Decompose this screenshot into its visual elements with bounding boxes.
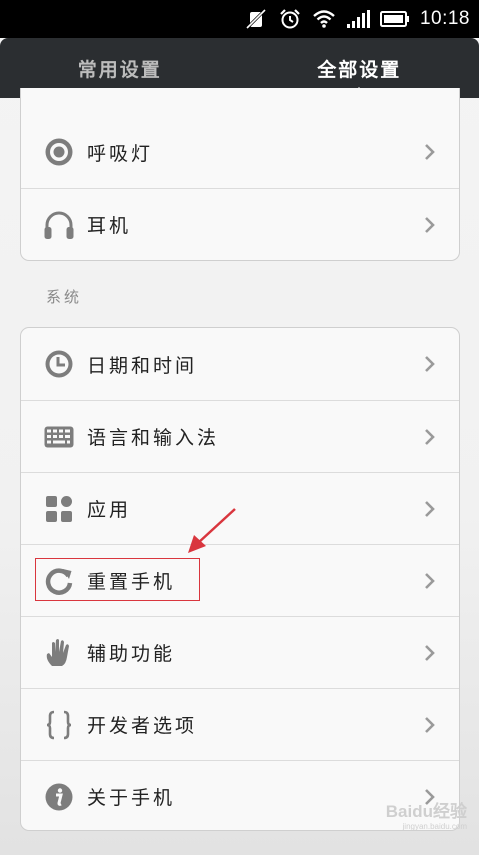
breathing-light-icon bbox=[43, 136, 75, 168]
settings-item-label: 语言和输入法 bbox=[87, 427, 220, 449]
watermark-sub: jingyan.baidu.com bbox=[402, 822, 467, 831]
watermark-text: Baidu经验 bbox=[385, 802, 467, 821]
chevron-right-icon bbox=[423, 215, 437, 235]
section-title-system: 系统 bbox=[46, 288, 83, 306]
watermark: Baidu经验 jingyan.baidu.com bbox=[386, 797, 467, 831]
chevron-right-icon bbox=[423, 427, 437, 447]
settings-item-label: 耳机 bbox=[87, 215, 132, 237]
settings-item-apps[interactable]: 应用 bbox=[21, 472, 459, 544]
settings-group-top: 呼吸灯 耳机 bbox=[20, 88, 460, 261]
signal-icon bbox=[346, 7, 370, 31]
battery-icon bbox=[379, 7, 410, 31]
tab-label: 全部设置 bbox=[317, 58, 402, 81]
braces-icon bbox=[43, 709, 75, 741]
clock-icon bbox=[43, 348, 75, 380]
tab-label: 常用设置 bbox=[77, 58, 162, 81]
settings-item-label: 辅助功能 bbox=[87, 643, 176, 665]
hand-icon bbox=[43, 637, 75, 669]
keyboard-icon bbox=[43, 421, 75, 453]
settings-item-label: 开发者选项 bbox=[87, 715, 198, 737]
settings-item-reset-phone[interactable]: 重置手机 bbox=[21, 544, 459, 616]
settings-item-label: 日期和时间 bbox=[87, 354, 198, 377]
chevron-right-icon bbox=[423, 643, 437, 663]
settings-item-label: 关于手机 bbox=[87, 787, 176, 809]
settings-item-headphones[interactable]: 耳机 bbox=[21, 188, 459, 260]
alarm-icon bbox=[278, 7, 302, 31]
status-bar: 10:18 bbox=[0, 0, 479, 38]
chevron-right-icon bbox=[423, 142, 437, 162]
chevron-right-icon bbox=[423, 715, 437, 735]
status-time: 10:18 bbox=[419, 8, 470, 29]
settings-group-system: 日期和时间 语言和输入法 应用 重置手机 辅助功能 开发者选项 关于手机 bbox=[20, 327, 460, 831]
reset-icon bbox=[43, 565, 75, 597]
settings-item-label: 呼吸灯 bbox=[87, 142, 154, 165]
settings-item-language-input[interactable]: 语言和输入法 bbox=[21, 400, 459, 472]
vibrate-off-icon bbox=[244, 7, 268, 31]
settings-item-accessibility[interactable]: 辅助功能 bbox=[21, 616, 459, 688]
chevron-right-icon bbox=[423, 571, 437, 591]
chevron-right-icon bbox=[423, 354, 437, 374]
chevron-right-icon bbox=[423, 499, 437, 519]
settings-item-label: 重置手机 bbox=[87, 571, 176, 593]
wifi-icon bbox=[312, 7, 336, 31]
settings-item-developer-options[interactable]: 开发者选项 bbox=[21, 688, 459, 760]
info-icon bbox=[43, 781, 75, 813]
headphones-icon bbox=[43, 209, 75, 241]
settings-item-label: 应用 bbox=[87, 499, 132, 521]
apps-icon bbox=[43, 493, 75, 525]
settings-item-date-time[interactable]: 日期和时间 bbox=[21, 328, 459, 400]
settings-item-breathing-light[interactable]: 呼吸灯 bbox=[21, 116, 459, 188]
